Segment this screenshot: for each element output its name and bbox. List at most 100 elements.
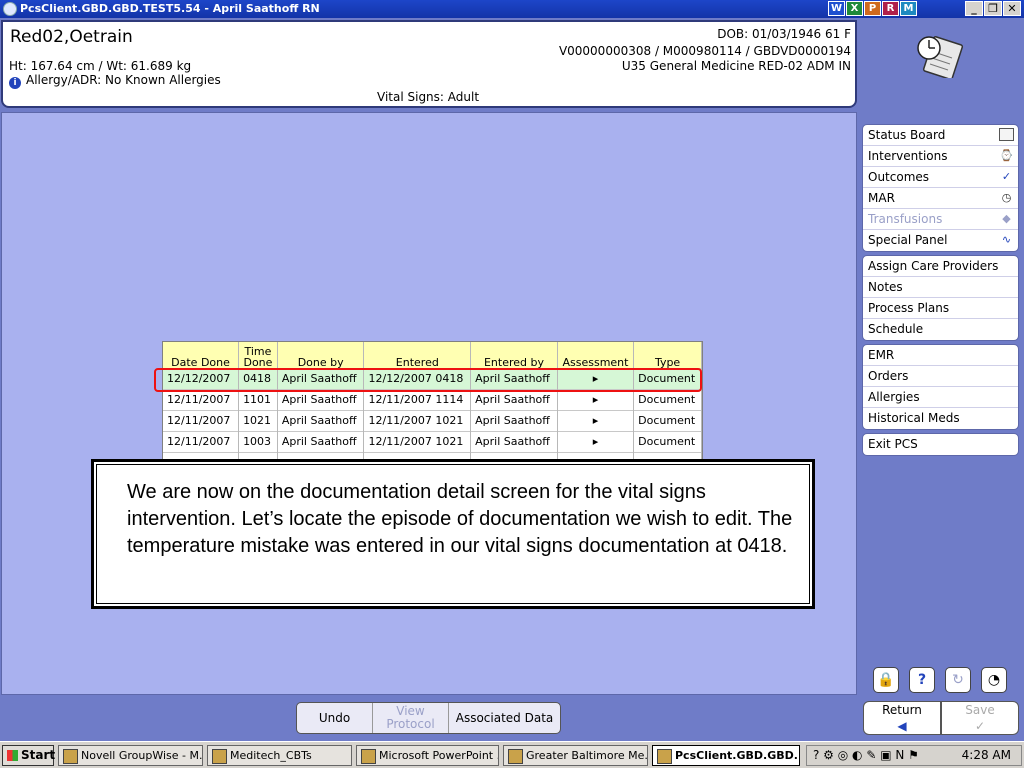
restore-icon[interactable]: ❐ xyxy=(984,1,1002,16)
column-header-assessment[interactable]: Assessment xyxy=(557,342,635,368)
tray-icons[interactable]: ? ⚙ ◎ ◐ ✎ ▣ N ⚑ xyxy=(813,746,919,765)
minimize-icon[interactable]: _ xyxy=(965,1,983,16)
cell-date-done: 12/11/2007 xyxy=(163,430,240,452)
task-button-meditech-cbts[interactable]: Meditech_CBTs xyxy=(207,745,352,766)
menu-item-label: Transfusions xyxy=(868,212,943,226)
menu-item-label: Special Panel xyxy=(868,233,948,247)
task-button-powerpoint[interactable]: Microsoft PowerPoint ... xyxy=(356,745,499,766)
task-button-groupwise[interactable]: Novell GroupWise - M... xyxy=(58,745,203,766)
cell-date-done: 12/11/2007 xyxy=(163,388,240,410)
column-header-entered[interactable]: Entered xyxy=(363,342,472,368)
menu-item-interventions[interactable]: Interventions ⌚ xyxy=(863,146,1018,167)
cell-entered-by: April Saathoff xyxy=(470,388,558,410)
menu-item-schedule[interactable]: Schedule xyxy=(863,319,1018,340)
messenger-icon[interactable]: M xyxy=(900,1,917,16)
table-row[interactable]: 12/11/2007 1101 April Saathoff 12/11/200… xyxy=(163,388,702,410)
quick-launch-toolbar: W X P R M xyxy=(828,1,917,16)
menu-item-status-board[interactable]: Status Board xyxy=(863,125,1018,146)
transfusions-icon: ◆ xyxy=(1002,212,1011,225)
refresh-icon[interactable]: ↻ xyxy=(945,667,971,693)
clock-icon[interactable]: ◔ xyxy=(981,667,1007,693)
start-button[interactable]: Start xyxy=(2,745,55,766)
menu-item-emr[interactable]: EMR xyxy=(863,345,1018,366)
info-icon: i xyxy=(9,77,21,89)
close-icon[interactable]: ✕ xyxy=(1003,1,1021,16)
interventions-icon: ⌚ xyxy=(999,149,1014,162)
powerpoint-icon[interactable]: P xyxy=(864,1,881,16)
menu-item-special-panel[interactable]: Special Panel ∿ xyxy=(863,230,1018,251)
column-header-date-done[interactable]: Date Done xyxy=(163,342,240,368)
action-bar: Undo View Protocol Associated Data xyxy=(296,702,561,734)
task-button-greater-baltimore[interactable]: Greater Baltimore Me... xyxy=(503,745,648,766)
return-button[interactable]: Return ◀ xyxy=(863,701,941,735)
arrow-left-icon: ◀ xyxy=(897,719,907,733)
table-row[interactable]: 12/11/2007 1021 April Saathoff 12/11/200… xyxy=(163,409,702,431)
menu-item-orders[interactable]: Orders xyxy=(863,366,1018,387)
lock-icon[interactable]: 🔒 xyxy=(873,667,899,693)
column-header-type[interactable]: Type xyxy=(633,342,702,368)
clock-time: 4:28 AM xyxy=(961,748,1011,762)
window-title: PcsClient.GBD.GBD.TEST5.54 - April Saath… xyxy=(20,2,320,15)
window-title-bar[interactable]: PcsClient.GBD.GBD.TEST5.54 - April Saath… xyxy=(0,0,1024,18)
heartbeat-icon: ∿ xyxy=(1001,233,1012,246)
help-icon[interactable]: ? xyxy=(909,667,935,693)
cell-date-done: 12/11/2007 xyxy=(163,409,240,431)
cell-done-by: April Saathoff xyxy=(277,430,365,452)
menu-group-care: Assign Care Providers Notes Process Plan… xyxy=(862,255,1019,341)
assessment-arrow-icon[interactable]: ▸ xyxy=(557,388,635,410)
main-panel: Date Done Time Done Done by Entered Ente… xyxy=(1,112,857,695)
row-highlight-outline xyxy=(154,368,702,392)
menu-item-exit-pcs[interactable]: Exit PCS xyxy=(863,434,1018,455)
cell-time-done: 1101 xyxy=(238,388,278,410)
cell-type: Document xyxy=(633,388,702,410)
table-row[interactable]: 12/11/2007 1003 April Saathoff 12/11/200… xyxy=(163,430,702,452)
column-header-time-done[interactable]: Time Done xyxy=(238,342,278,368)
window-controls: _ ❐ ✕ xyxy=(965,1,1021,16)
book-icon xyxy=(999,128,1014,141)
undo-button[interactable]: Undo xyxy=(297,703,373,733)
menu-item-mar[interactable]: MAR ◷ xyxy=(863,188,1018,209)
cell-entered: 12/11/2007 1114 xyxy=(363,388,472,410)
task-button-pcsclient[interactable]: PcsClient.GBD.GBD.... xyxy=(652,745,800,766)
view-protocol-button[interactable]: View Protocol xyxy=(373,703,449,733)
assessment-arrow-icon[interactable]: ▸ xyxy=(557,430,635,452)
column-header-done-by[interactable]: Done by xyxy=(277,342,365,368)
cell-type: Document xyxy=(633,430,702,452)
associated-data-button[interactable]: Associated Data xyxy=(449,703,560,733)
cell-entered-by: April Saathoff xyxy=(470,430,558,452)
account-numbers: V00000000308 / M000980114 / GBDVD0000194 xyxy=(558,44,851,58)
menu-group-records: EMR Orders Allergies Historical Meds xyxy=(862,344,1019,430)
patient-dob: DOB: 01/03/1946 61 F xyxy=(717,27,851,41)
excel-icon[interactable]: X xyxy=(846,1,863,16)
save-label: Save xyxy=(965,703,995,717)
menu-item-historical-meds[interactable]: Historical Meds xyxy=(863,408,1018,429)
menu-item-notes[interactable]: Notes xyxy=(863,277,1018,298)
menu-group-primary: Status Board Interventions ⌚ Outcomes ✓ … xyxy=(862,124,1019,252)
menu-item-label: Outcomes xyxy=(868,170,930,184)
access-icon[interactable]: R xyxy=(882,1,899,16)
documentation-grid: Date Done Time Done Done by Entered Ente… xyxy=(162,341,703,460)
menu-item-allergies[interactable]: Allergies xyxy=(863,387,1018,408)
assessment-arrow-icon[interactable]: ▸ xyxy=(557,409,635,431)
clipboard-clock-icon xyxy=(917,36,964,78)
allergy-line[interactable]: i Allergy/ADR: No Known Allergies xyxy=(9,73,221,89)
menu-item-transfusions[interactable]: Transfusions ◆ xyxy=(863,209,1018,230)
cell-done-by: April Saathoff xyxy=(277,388,365,410)
word-icon[interactable]: W xyxy=(828,1,845,16)
cell-entered: 12/11/2007 1021 xyxy=(363,430,472,452)
column-header-entered-by[interactable]: Entered by xyxy=(470,342,558,368)
menu-item-outcomes[interactable]: Outcomes ✓ xyxy=(863,167,1018,188)
save-button[interactable]: Save ✓ xyxy=(941,701,1019,735)
windows-taskbar: Start Novell GroupWise - M... Meditech_C… xyxy=(0,741,1024,768)
menu-item-label: Status Board xyxy=(868,128,946,142)
menu-item-label: MAR xyxy=(868,191,895,205)
cell-type: Document xyxy=(633,409,702,431)
screen-title: Vital Signs: Adult xyxy=(377,90,480,104)
app-icon xyxy=(3,2,17,16)
system-tray: ? ⚙ ◎ ◐ ✎ ▣ N ⚑ 4:28 AM xyxy=(806,745,1022,766)
cell-time-done: 1003 xyxy=(238,430,278,452)
menu-item-assign-care-providers[interactable]: Assign Care Providers xyxy=(863,256,1018,277)
patient-location: U35 General Medicine RED-02 ADM IN xyxy=(621,59,851,73)
menu-item-process-plans[interactable]: Process Plans xyxy=(863,298,1018,319)
checkmark-icon: ✓ xyxy=(974,719,986,733)
